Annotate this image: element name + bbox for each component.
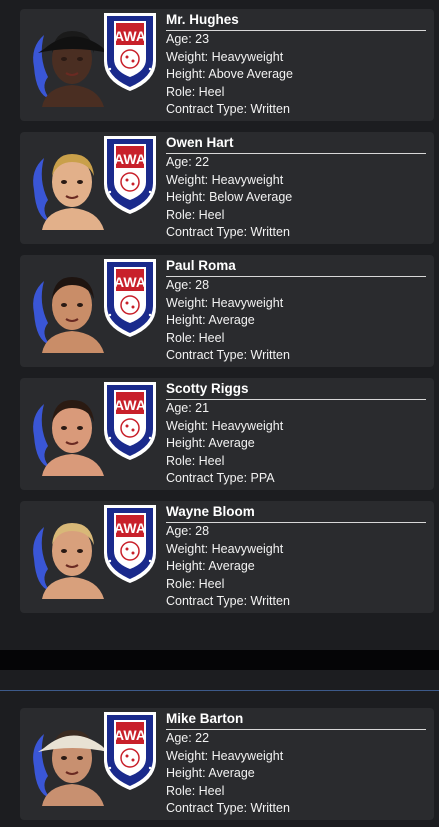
wrestler-name[interactable]: Mr. Hughes	[166, 11, 426, 31]
wrestler-info: Scotty Riggs Age: 21 Weight: Heavyweight…	[166, 378, 426, 488]
awa-logo-icon: AWA	[100, 708, 160, 792]
wrestler-weight: Weight: Heavyweight	[166, 172, 284, 187]
wrestler-contract: Contract Type: Written	[166, 225, 290, 239]
wrestler-role: Role: Heel	[166, 783, 225, 798]
wrestler-contract: Contract Type: Written	[166, 594, 290, 608]
svg-text:AWA: AWA	[114, 151, 146, 167]
svg-text:AWA: AWA	[114, 727, 146, 743]
wrestler-height: Height: Average	[166, 559, 255, 573]
wrestler-weight: Weight: Heavyweight	[166, 541, 284, 556]
wrestler-name[interactable]: Owen Hart	[166, 134, 426, 154]
wrestler-card[interactable]: AWA Wayne Bloom Age: 28 Weight: Heavywei…	[20, 501, 434, 613]
wrestler-card[interactable]: AWA Scotty Riggs Age: 21 Weight: Heavywe…	[20, 378, 434, 490]
wrestler-age: Age: 28	[166, 278, 210, 292]
awa-logo-icon: AWA	[100, 132, 160, 216]
svg-text:AWA: AWA	[114, 28, 146, 44]
wrestler-age: Age: 28	[166, 524, 210, 538]
awa-logo-icon: AWA	[100, 501, 160, 585]
wrestler-name[interactable]: Scotty Riggs	[166, 380, 426, 400]
wrestler-card[interactable]: AWA Owen Hart Age: 22 Weight: Heavyweigh…	[20, 132, 434, 244]
wrestler-role: Role: Heel	[166, 207, 225, 222]
wrestler-role: Role: Heel	[166, 330, 225, 345]
wrestler-height: Height: Above Average	[166, 67, 293, 81]
wrestler-name[interactable]: Wayne Bloom	[166, 503, 426, 523]
wrestler-card[interactable]: AWA Paul Roma Age: 28 Weight: Heavyweigh…	[20, 255, 434, 367]
wrestler-card[interactable]: AWA Mr. Hughes Age: 23 Weight: Heavyweig…	[20, 9, 434, 121]
wrestler-info: Mike Barton Age: 22 Weight: Heavyweight …	[166, 708, 426, 818]
wrestler-info: Paul Roma Age: 28 Weight: Heavyweight He…	[166, 255, 426, 365]
wrestler-contract: Contract Type: Written	[166, 348, 290, 362]
wrestler-info: Owen Hart Age: 22 Weight: Heavyweight He…	[166, 132, 426, 242]
svg-text:AWA: AWA	[114, 397, 146, 413]
wrestler-weight: Weight: Heavyweight	[166, 295, 284, 310]
wrestler-role: Role: Heel	[166, 576, 225, 591]
wrestler-height: Height: Average	[166, 313, 255, 327]
wrestler-age: Age: 22	[166, 731, 210, 745]
wrestler-age: Age: 21	[166, 401, 210, 415]
wrestler-age: Age: 22	[166, 155, 210, 169]
wrestler-role: Role: Heel	[166, 84, 225, 99]
wrestler-info: Wayne Bloom Age: 28 Weight: Heavyweight …	[166, 501, 426, 611]
svg-text:AWA: AWA	[114, 520, 146, 536]
wrestler-weight: Weight: Heavyweight	[166, 418, 284, 433]
wrestler-weight: Weight: Heavyweight	[166, 49, 284, 64]
wrestler-name[interactable]: Mike Barton	[166, 710, 426, 730]
wrestler-age: Age: 23	[166, 32, 210, 46]
wrestler-contract: Contract Type: Written	[166, 102, 290, 116]
wrestler-card[interactable]: AWA Mike Barton Age: 22 Weight: Heavywei…	[20, 708, 434, 820]
wrestler-name[interactable]: Paul Roma	[166, 257, 426, 277]
wrestler-height: Height: Average	[166, 436, 255, 450]
wrestler-weight: Weight: Heavyweight	[166, 748, 284, 763]
wrestler-height: Height: Average	[166, 766, 255, 780]
wrestler-height: Height: Below Average	[166, 190, 293, 204]
awa-logo-icon: AWA	[100, 9, 160, 93]
wrestler-contract: Contract Type: PPA	[166, 471, 275, 485]
section-divider	[0, 650, 439, 670]
wrestler-contract: Contract Type: Written	[166, 801, 290, 815]
wrestler-role: Role: Heel	[166, 453, 225, 468]
awa-logo-icon: AWA	[100, 378, 160, 462]
wrestler-info: Mr. Hughes Age: 23 Weight: Heavyweight H…	[166, 9, 426, 119]
svg-text:AWA: AWA	[114, 274, 146, 290]
awa-logo-icon: AWA	[100, 255, 160, 339]
